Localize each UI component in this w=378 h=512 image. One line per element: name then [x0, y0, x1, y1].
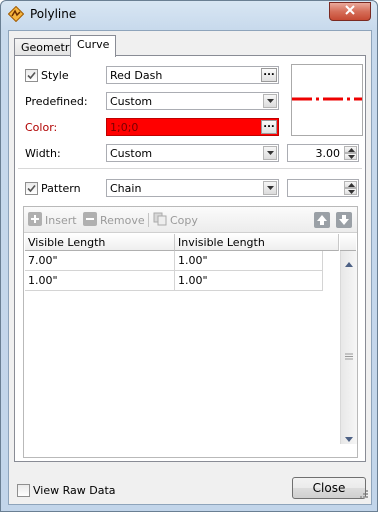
predefined-select[interactable]: Custom — [106, 92, 279, 110]
close-button[interactable]: Close — [292, 477, 366, 499]
spin-up-icon[interactable] — [344, 181, 357, 188]
width-label: Width: — [25, 147, 61, 160]
column-header-label: Visible Length — [28, 236, 106, 249]
table-toolbar: Insert Remove Copy — [24, 207, 357, 233]
spin-down-icon[interactable] — [344, 188, 357, 195]
polyline-dialog: Polyline Geometry Curve Style Red Dash .… — [0, 0, 378, 512]
insert-button[interactable]: Insert — [28, 211, 77, 229]
spin-down-icon[interactable] — [344, 153, 357, 160]
copy-icon — [153, 212, 167, 229]
style-value: Red Dash — [110, 69, 163, 82]
style-browse-button[interactable]: ... — [261, 68, 277, 82]
scroll-up-arrow-icon[interactable] — [345, 257, 353, 270]
tab-curve-label: Curve — [77, 38, 110, 51]
view-raw-data-checkbox[interactable] — [17, 484, 30, 497]
width-number: 3.00 — [315, 147, 341, 160]
vertical-scrollbar[interactable] — [340, 251, 357, 444]
cell-visible-length[interactable]: 1.00" — [25, 271, 175, 291]
pattern-spinner[interactable] — [344, 181, 357, 195]
remove-label: Remove — [100, 213, 145, 227]
pattern-value: Chain — [110, 182, 142, 195]
color-label: Color: — [25, 121, 58, 134]
spin-up-icon[interactable] — [344, 146, 357, 153]
column-header-visible[interactable]: Visible Length — [25, 234, 175, 251]
pattern-number-input[interactable] — [287, 179, 359, 197]
chevron-down-icon[interactable] — [263, 94, 277, 108]
dialog-body: Geometry Curve Style Red Dash ... Predef… — [8, 30, 372, 505]
color-field[interactable]: 1;0;0 ... — [106, 118, 279, 136]
remove-button[interactable]: Remove — [83, 211, 145, 229]
column-header-label: Invisible Length — [178, 236, 265, 249]
insert-label: Insert — [45, 213, 77, 227]
width-value: Custom — [110, 147, 153, 160]
header-corner — [340, 234, 356, 251]
style-label: Style — [41, 69, 69, 82]
resize-grip-icon[interactable] — [359, 489, 369, 502]
tab-curve[interactable]: Curve — [70, 35, 117, 57]
curve-panel: Style Red Dash ... Predefined: Custom Co… — [14, 55, 366, 462]
polyline-app-icon — [7, 5, 25, 23]
copy-button[interactable]: Copy — [153, 212, 198, 228]
plus-icon — [28, 211, 42, 229]
title-bar[interactable]: Polyline — [1, 1, 377, 28]
copy-label: Copy — [170, 213, 198, 227]
width-number-input[interactable]: 3.00 — [287, 144, 359, 162]
color-browse-button[interactable]: ... — [261, 120, 277, 134]
color-value: 1;0;0 — [110, 121, 139, 134]
scroll-grip-icon[interactable] — [345, 350, 353, 363]
window-close-button[interactable] — [329, 2, 371, 21]
pattern-label: Pattern — [41, 182, 81, 195]
chevron-down-icon[interactable] — [263, 181, 277, 195]
width-select[interactable]: Custom — [106, 144, 279, 162]
pattern-grid: Visible Length Invisible Length 7.00" 1.… — [25, 234, 339, 445]
width-spinner[interactable] — [344, 146, 357, 160]
view-raw-data-label: View Raw Data — [33, 484, 116, 497]
column-header-invisible[interactable]: Invisible Length — [175, 234, 339, 251]
minus-icon — [83, 211, 97, 229]
divider — [18, 168, 362, 169]
pattern-checkbox[interactable] — [25, 182, 38, 195]
scroll-down-arrow-icon[interactable] — [345, 432, 353, 445]
tab-geometry-label: Geometry — [21, 41, 76, 54]
predefined-label: Predefined: — [25, 95, 88, 108]
close-x-icon — [344, 5, 356, 18]
arrow-down-icon[interactable] — [336, 212, 352, 228]
style-checkbox[interactable] — [25, 69, 38, 82]
pattern-table-group: Insert Remove Copy Visible Length Invisi… — [23, 206, 358, 458]
pattern-select[interactable]: Chain — [106, 179, 279, 197]
toolbar-separator — [148, 213, 149, 227]
line-preview — [291, 64, 363, 136]
predefined-value: Custom — [110, 95, 153, 108]
arrow-up-icon[interactable] — [314, 212, 330, 228]
chevron-down-icon[interactable] — [263, 146, 277, 160]
cell-invisible-length[interactable]: 1.00" — [175, 271, 323, 291]
cell-visible-length[interactable]: 7.00" — [25, 251, 175, 271]
window-title: Polyline — [30, 7, 77, 21]
cell-invisible-length[interactable]: 1.00" — [175, 251, 323, 271]
style-field[interactable]: Red Dash ... — [106, 66, 279, 84]
